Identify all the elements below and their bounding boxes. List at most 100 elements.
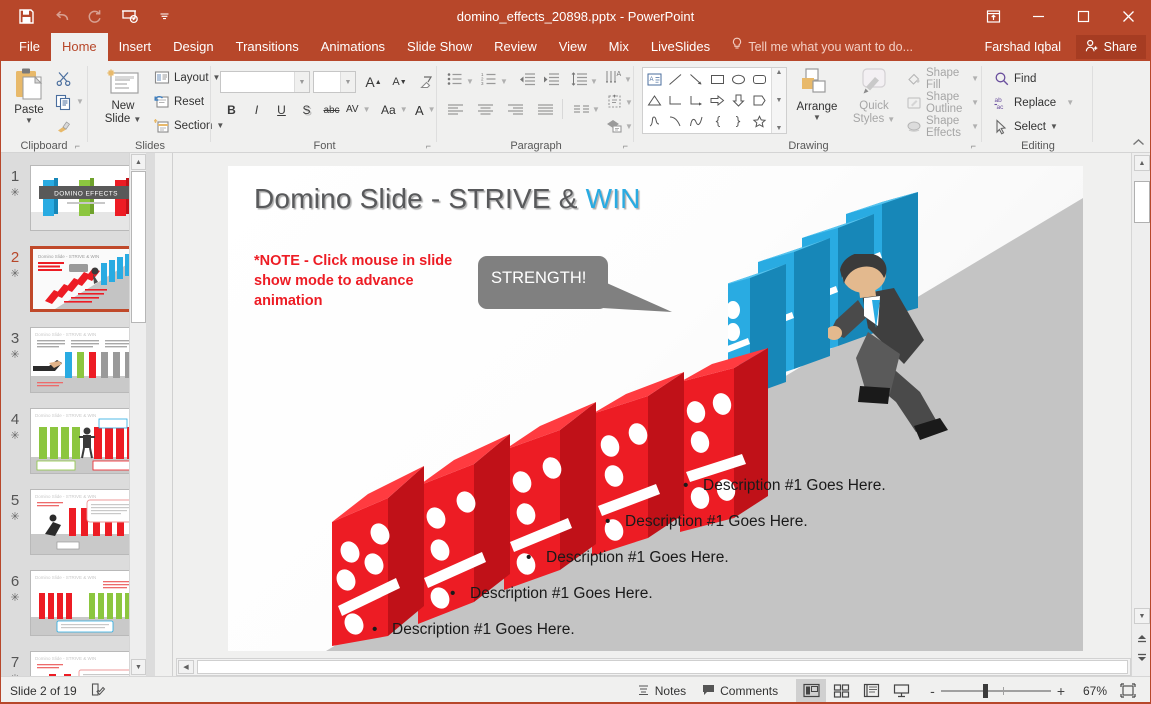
tab-liveslides[interactable]: LiveSlides bbox=[640, 33, 721, 61]
bullet-item-3[interactable]: • Description #1 Goes Here. bbox=[526, 549, 729, 567]
replace-button[interactable]: ab ac Replace ▼ bbox=[991, 92, 1077, 114]
font-size-combobox[interactable]: ▼ bbox=[313, 71, 356, 93]
format-painter-button[interactable] bbox=[52, 115, 75, 137]
shape-text-box[interactable]: A bbox=[644, 69, 665, 90]
shape-line[interactable] bbox=[665, 69, 686, 90]
tab-slide-show[interactable]: Slide Show bbox=[396, 33, 483, 61]
shapes-gallery[interactable]: A ▲ ▼ ▼ bbox=[642, 67, 787, 134]
slide-vertical-scrollbar[interactable]: ▲ ▼ bbox=[1131, 153, 1151, 676]
tab-transitions[interactable]: Transitions bbox=[225, 33, 310, 61]
copy-chevron-down-icon[interactable]: ▼ bbox=[76, 98, 84, 106]
thumbnail-preview-5[interactable]: Domino Slide - STRIVE & WIN bbox=[30, 489, 142, 555]
quick-styles-chevron-down-icon[interactable]: ▼ bbox=[887, 115, 895, 124]
slide-sorter-view-button[interactable] bbox=[826, 679, 856, 703]
gallery-scroll-up-icon[interactable]: ▲ bbox=[776, 69, 783, 76]
zoom-out-button[interactable]: - bbox=[924, 683, 941, 699]
align-left-button[interactable] bbox=[444, 101, 466, 122]
shape-down-arrow[interactable] bbox=[728, 90, 749, 111]
change-case-button[interactable]: Aa ▼ bbox=[378, 99, 411, 121]
shape-arrow[interactable] bbox=[686, 69, 707, 90]
decrease-indent-button[interactable] bbox=[516, 71, 538, 92]
shape-scribble[interactable] bbox=[644, 111, 665, 132]
ribbon-display-options-icon[interactable] bbox=[971, 0, 1016, 33]
text-direction-chevron-down-icon[interactable]: ▼ bbox=[624, 76, 632, 84]
zoom-slider[interactable] bbox=[940, 682, 1051, 700]
tab-home[interactable]: Home bbox=[50, 33, 108, 61]
shape-oval[interactable] bbox=[728, 69, 749, 90]
tab-file[interactable]: File bbox=[8, 33, 51, 61]
shape-elbow-arrow-connector[interactable] bbox=[686, 90, 707, 111]
font-size-chevron-down-icon[interactable]: ▼ bbox=[340, 72, 355, 92]
horizontal-scroll-track[interactable] bbox=[197, 660, 1128, 674]
thumbnail-preview-7[interactable]: Domino Slide - STRIVE & WIN bbox=[30, 651, 142, 676]
tab-animations[interactable]: Animations bbox=[310, 33, 396, 61]
shapes-gallery-scrollbar[interactable]: ▲ ▼ ▼ bbox=[771, 68, 786, 133]
close-icon[interactable] bbox=[1106, 0, 1151, 33]
scroll-down-icon[interactable]: ▼ bbox=[1134, 608, 1150, 624]
zoom-level-label[interactable]: 67% bbox=[1071, 684, 1107, 698]
shape-effects-button[interactable]: Shape Effects ▼ bbox=[903, 115, 982, 139]
font-name-chevron-down-icon[interactable]: ▼ bbox=[294, 72, 309, 92]
font-dialog-launcher[interactable]: ⌐ bbox=[426, 141, 431, 151]
bullet-item-1[interactable]: • Description #1 Goes Here. bbox=[683, 477, 886, 495]
comments-button[interactable]: Comments bbox=[694, 680, 786, 702]
tab-review[interactable]: Review bbox=[483, 33, 548, 61]
reading-view-button[interactable] bbox=[856, 679, 886, 703]
thumbnail-preview-4[interactable]: Domino Slide - STRIVE & WIN bbox=[30, 408, 142, 474]
cut-button[interactable] bbox=[52, 67, 75, 89]
share-button[interactable]: Share bbox=[1075, 35, 1146, 59]
select-button[interactable]: Select ▼ bbox=[991, 116, 1061, 138]
new-slide-button[interactable]: New Slide ▼ bbox=[97, 67, 149, 126]
quick-styles-button[interactable]: Quick Styles ▼ bbox=[847, 67, 901, 126]
thumbnail-scroll-down-icon[interactable]: ▼ bbox=[131, 659, 146, 675]
zoom-in-button[interactable]: + bbox=[1051, 683, 1071, 699]
scroll-left-icon[interactable]: ◀ bbox=[178, 660, 194, 674]
bullets-chevron-down-icon[interactable]: ▼ bbox=[466, 78, 474, 86]
vertical-scrollbar-thumb[interactable] bbox=[1134, 181, 1150, 223]
collapse-ribbon-chevron-up-icon[interactable] bbox=[1132, 138, 1145, 150]
paragraph-dialog-launcher[interactable]: ⌐ bbox=[623, 141, 628, 151]
strikethrough-button[interactable]: abc bbox=[320, 99, 343, 121]
shape-rectangle[interactable] bbox=[707, 69, 728, 90]
bullets-button[interactable] bbox=[444, 71, 466, 92]
slide-horizontal-scrollbar[interactable]: ◀ bbox=[176, 658, 1131, 676]
paste-button[interactable]: Paste ▼ bbox=[6, 67, 52, 125]
numbering-chevron-down-icon[interactable]: ▼ bbox=[500, 78, 508, 86]
tab-view[interactable]: View bbox=[548, 33, 598, 61]
thumbnail-pane-scrollbar[interactable]: ▲ ▼ bbox=[129, 153, 146, 676]
underline-button[interactable]: U bbox=[270, 99, 293, 121]
slide-show-view-button[interactable] bbox=[886, 679, 916, 703]
increase-font-size-button[interactable]: A ▲ bbox=[362, 71, 385, 93]
line-spacing-button[interactable] bbox=[568, 71, 590, 92]
font-color-chevron-down-icon[interactable]: ▼ bbox=[428, 106, 436, 114]
next-slide-icon[interactable] bbox=[1134, 649, 1150, 665]
fit-slide-to-window-button[interactable] bbox=[1113, 679, 1143, 703]
clipboard-dialog-launcher[interactable]: ⌐ bbox=[75, 141, 80, 151]
character-spacing-button[interactable]: AV ▼ bbox=[343, 99, 374, 121]
reset-button[interactable]: Reset bbox=[151, 91, 207, 113]
slide-thumbnail-pane[interactable]: 1 ✳ DOMINO EFFECTS 2 ✳ Domino Slide - ST… bbox=[0, 153, 155, 676]
zoom-slider-handle[interactable] bbox=[982, 683, 988, 698]
clear-formatting-button[interactable] bbox=[415, 71, 438, 93]
shape-fill-button[interactable]: Shape Fill ▼ bbox=[903, 67, 982, 91]
shape-rounded-rectangle[interactable] bbox=[749, 69, 770, 90]
notes-button[interactable]: Notes bbox=[629, 680, 694, 702]
tab-insert[interactable]: Insert bbox=[108, 33, 163, 61]
bullet-item-5[interactable]: • Description #1 Goes Here. bbox=[372, 621, 575, 639]
shape-fill-chevron-down-icon[interactable]: ▼ bbox=[971, 75, 979, 83]
convert-to-smartart-button[interactable] bbox=[604, 117, 626, 138]
minimize-icon[interactable] bbox=[1016, 0, 1061, 33]
align-text-chevron-down-icon[interactable]: ▼ bbox=[625, 99, 633, 107]
gallery-expand-icon[interactable]: ▼ bbox=[776, 125, 783, 132]
shape-triangle[interactable] bbox=[644, 90, 665, 111]
shape-effects-chevron-down-icon[interactable]: ▼ bbox=[971, 123, 979, 131]
tell-me-search[interactable]: Tell me what you want to do... bbox=[731, 33, 913, 61]
bullet-item-2[interactable]: • Description #1 Goes Here. bbox=[605, 513, 808, 531]
tab-mix[interactable]: Mix bbox=[598, 33, 640, 61]
font-color-button[interactable]: A ▼ bbox=[412, 99, 439, 121]
paste-chevron-down-icon[interactable]: ▼ bbox=[25, 117, 33, 125]
align-center-button[interactable] bbox=[474, 101, 496, 122]
bullet-item-4[interactable]: • Description #1 Goes Here. bbox=[450, 585, 653, 603]
align-text-button[interactable] bbox=[604, 93, 626, 114]
shape-right-arrow[interactable] bbox=[707, 90, 728, 111]
